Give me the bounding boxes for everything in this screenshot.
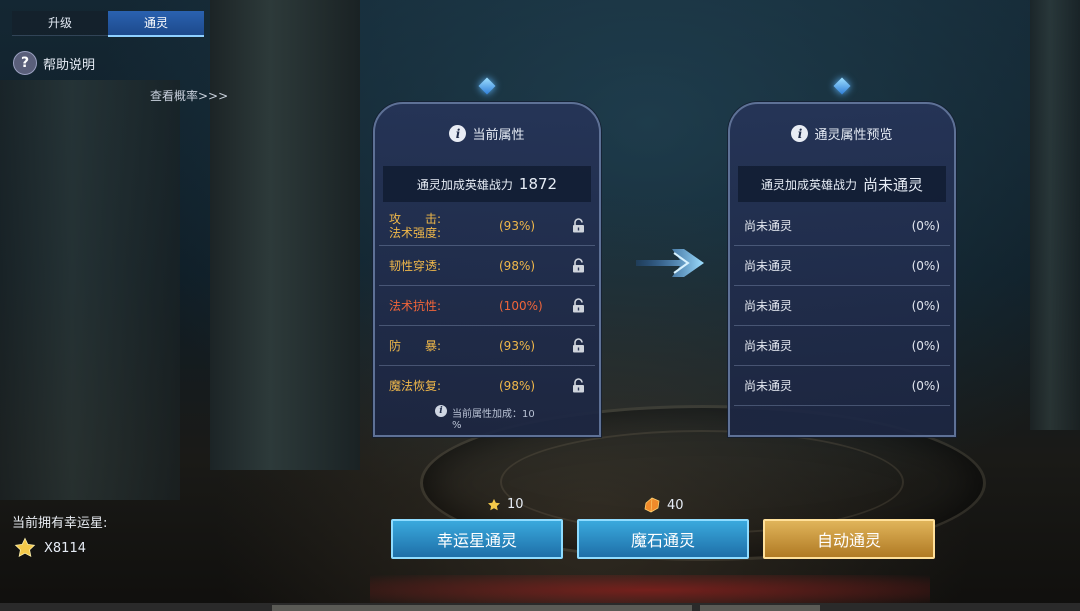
- attribute-row: 攻 击: 法术强度: (93%): [379, 206, 595, 246]
- info-icon: i: [449, 125, 467, 142]
- info-icon: i: [435, 405, 447, 417]
- lucky-star-label: 当前拥有幸运星:: [12, 516, 108, 531]
- lock-open-icon[interactable]: [572, 378, 585, 393]
- lock-open-icon[interactable]: [572, 338, 585, 353]
- power-label: 通灵加成英雄战力: [416, 177, 513, 192]
- preview-row: 尚未通灵 (0%): [734, 326, 950, 366]
- preview-row: 尚未通灵 (0%): [734, 206, 950, 246]
- attribute-percent: (100%): [499, 298, 543, 313]
- panel-title: i 通灵属性预览: [730, 124, 954, 143]
- bonus-footnote: i 当前属性加成：10 %: [435, 405, 535, 431]
- preview-percent: (0%): [911, 258, 940, 273]
- power-summary: 通灵加成英雄战力 尚未通灵: [738, 166, 946, 202]
- auto-spirit-button[interactable]: 自动通灵: [763, 519, 935, 559]
- attribute-percent: (93%): [499, 338, 536, 353]
- stone-pillar: [210, 0, 360, 470]
- attribute-row: 防 暴: (93%): [379, 326, 595, 366]
- lock-open-icon[interactable]: [572, 298, 585, 313]
- preview-attributes-panel: i 通灵属性预览 通灵加成英雄战力 尚未通灵 尚未通灵 (0%) 尚未通灵 (0…: [728, 77, 956, 437]
- attribute-percent: (98%): [499, 378, 536, 393]
- attribute-name: 防 暴:: [389, 338, 442, 353]
- question-icon: ?: [13, 51, 37, 75]
- bottom-bar-segment: [700, 605, 820, 611]
- info-icon: i: [791, 125, 809, 142]
- preview-name: 尚未通灵: [744, 338, 793, 353]
- crystal-icon: [833, 77, 851, 95]
- attribute-row: 魔法恢复: (98%): [379, 366, 595, 405]
- power-summary: 通灵加成英雄战力 1872: [383, 166, 591, 202]
- panel-title: i 当前属性: [375, 124, 599, 143]
- preview-percent: (0%): [911, 378, 940, 393]
- stone-cost: 40: [643, 497, 684, 513]
- attribute-name: 魔法恢复:: [389, 378, 442, 393]
- help-button[interactable]: ? 帮助说明: [13, 51, 95, 75]
- preview-name: 尚未通灵: [744, 378, 793, 393]
- bottom-bar-segment: [272, 605, 692, 611]
- preview-percent: (0%): [911, 338, 940, 353]
- preview-percent: (0%): [911, 218, 940, 233]
- tab-bar: 升级 通灵: [12, 11, 204, 37]
- power-value: 1872: [518, 175, 558, 193]
- power-value: 尚未通灵: [863, 175, 924, 194]
- preview-name: 尚未通灵: [744, 298, 793, 313]
- lucky-star-count: X8114: [14, 537, 86, 559]
- lucky-star-spirit-button[interactable]: 幸运星通灵: [391, 519, 563, 559]
- preview-row: 尚未通灵 (0%): [734, 366, 950, 406]
- preview-name: 尚未通灵: [744, 218, 793, 233]
- lock-open-icon[interactable]: [572, 218, 585, 233]
- star-icon: [487, 498, 501, 510]
- arrow-right-icon: [636, 249, 704, 277]
- stone-pillar-right: [1030, 0, 1080, 430]
- view-probability-link[interactable]: 查看概率>>>: [150, 87, 228, 104]
- attribute-name: 法术抗性:: [389, 298, 442, 313]
- red-glow: [370, 575, 930, 605]
- preview-row: 尚未通灵 (0%): [734, 286, 950, 326]
- attribute-name: 韧性穿透:: [389, 258, 442, 273]
- current-attributes-panel: i 当前属性 通灵加成英雄战力 1872 攻 击: 法术强度: (93%) 韧性…: [373, 77, 601, 437]
- help-label: 帮助说明: [43, 57, 96, 73]
- preview-percent: (0%): [911, 298, 940, 313]
- magic-stone-icon: [644, 497, 660, 513]
- magic-stone-spirit-button[interactable]: 魔石通灵: [577, 519, 749, 559]
- preview-name: 尚未通灵: [744, 258, 793, 273]
- crystal-icon: [478, 77, 496, 95]
- tab-upgrade[interactable]: 升级: [12, 11, 108, 36]
- attribute-row: 法术抗性: (100%): [379, 286, 595, 326]
- tab-spirit[interactable]: 通灵: [108, 11, 204, 37]
- star-cost: 10: [487, 497, 524, 512]
- preview-row: 尚未通灵 (0%): [734, 246, 950, 286]
- lock-open-icon[interactable]: [572, 258, 585, 273]
- attribute-row: 韧性穿透: (98%): [379, 246, 595, 286]
- attribute-percent: (93%): [499, 218, 536, 233]
- power-label: 通灵加成英雄战力: [760, 177, 857, 192]
- attribute-percent: (98%): [499, 258, 536, 273]
- attribute-name: 攻 击: 法术强度:: [389, 211, 442, 240]
- bottom-bar: [0, 603, 1080, 611]
- stone-ruin: [0, 80, 180, 500]
- star-icon: [14, 537, 36, 558]
